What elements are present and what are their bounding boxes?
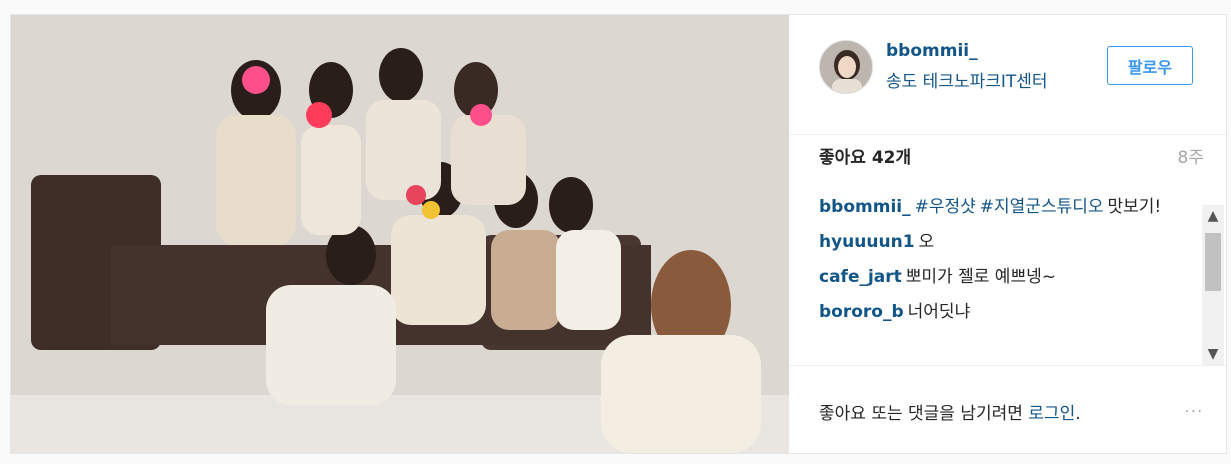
- comment-item: bororo_b 너어딧냐: [819, 300, 1199, 324]
- post-header: bbommii_ 송도 테크노파크IT센터 팔로우: [789, 15, 1226, 135]
- username-link[interactable]: bbommii_: [886, 41, 978, 61]
- comment-text: 너어딧냐: [907, 302, 971, 322]
- post-sidebar: bbommii_ 송도 테크노파크IT센터 팔로우 좋아요 42개 8주 bbo…: [789, 15, 1226, 453]
- group-photo-illustration: [11, 15, 789, 453]
- comment-username[interactable]: hyuuuun1: [819, 232, 915, 252]
- post-photo[interactable]: [11, 15, 789, 453]
- login-prompt: 좋아요 또는 댓글을 남기려면 로그인.: [819, 399, 1081, 424]
- more-options-icon[interactable]: ···: [1185, 404, 1204, 420]
- comment-username[interactable]: cafe_jart: [819, 267, 902, 287]
- chevron-down-icon[interactable]: ▼: [1202, 343, 1224, 365]
- location-link[interactable]: 송도 테크노파크IT센터: [886, 67, 1081, 92]
- likes-count[interactable]: 좋아요 42개: [819, 143, 911, 168]
- hashtag-link[interactable]: #지열군스튜디오: [980, 197, 1104, 217]
- comment-item: bbommii_ #우정샷 #지열군스튜디오 맛보기!: [819, 195, 1199, 219]
- login-prompt-text: 좋아요 또는 댓글을 남기려면: [819, 404, 1029, 424]
- follow-button[interactable]: 팔로우: [1107, 46, 1193, 85]
- comment-text: 맛보기!: [1107, 197, 1162, 217]
- hashtag-link[interactable]: #우정샷: [915, 197, 976, 217]
- avatar[interactable]: [819, 40, 873, 94]
- avatar-image: [820, 41, 872, 93]
- comment-username[interactable]: bororo_b: [819, 302, 904, 322]
- comment-item: hyuuuun1 오: [819, 230, 1199, 254]
- post-age[interactable]: 8주: [1178, 143, 1204, 168]
- comment-item: cafe_jart 뽀미가 젤로 예쁘넹~: [819, 265, 1199, 289]
- login-prompt-period: .: [1075, 404, 1081, 424]
- chevron-up-icon[interactable]: ▲: [1202, 205, 1224, 227]
- comment-text: 오: [918, 232, 935, 252]
- scrollbar-thumb[interactable]: [1205, 233, 1221, 291]
- comment-text: 뽀미가 젤로 예쁘넹~: [905, 267, 1056, 287]
- post-card: bbommii_ 송도 테크노파크IT센터 팔로우 좋아요 42개 8주 bbo…: [10, 14, 1227, 454]
- login-link[interactable]: 로그인: [1028, 404, 1075, 424]
- comment-list[interactable]: bbommii_ #우정샷 #지열군스튜디오 맛보기! hyuuuun1 오 cafe_…: [819, 195, 1199, 363]
- comments-scrollbar[interactable]: ▲ ▼: [1202, 205, 1224, 365]
- post-footer: 좋아요 또는 댓글을 남기려면 로그인. ···: [789, 365, 1226, 453]
- comment-username[interactable]: bbommii_: [819, 197, 911, 217]
